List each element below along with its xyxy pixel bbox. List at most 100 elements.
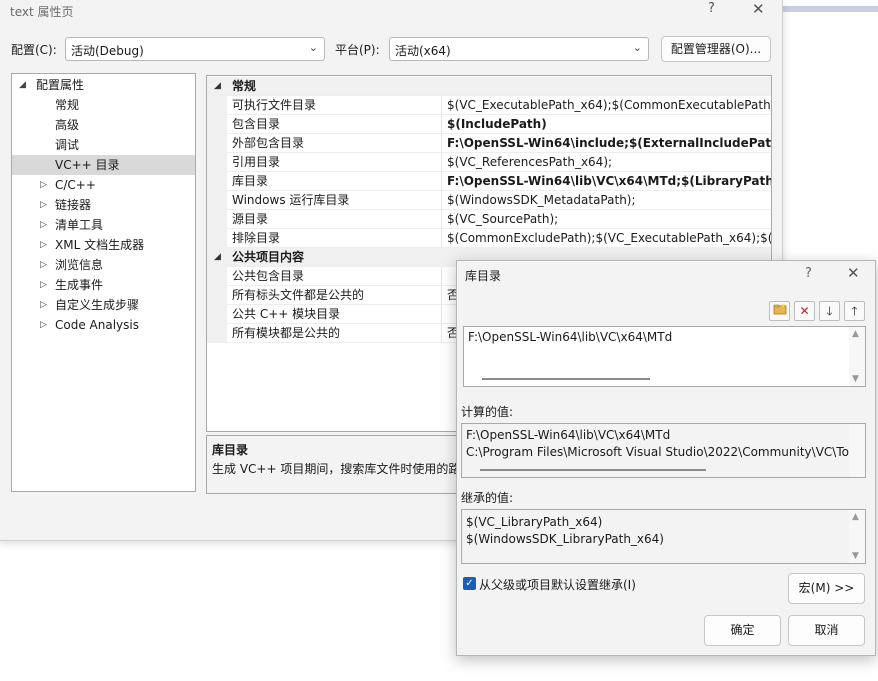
- new-line-icon[interactable]: [769, 301, 790, 321]
- ok-button[interactable]: 确定: [704, 615, 781, 646]
- tree-item[interactable]: VC++ 目录: [12, 155, 195, 175]
- property-value[interactable]: $(VC_ReferencesPath_x64);: [447, 153, 612, 172]
- collapse-arrow-icon[interactable]: ◢: [214, 248, 221, 267]
- property-value[interactable]: $(WindowsSDK_MetadataPath);: [447, 191, 636, 210]
- property-value[interactable]: $(VC_SourcePath);: [447, 210, 558, 229]
- tree-root[interactable]: ◢ 配置属性: [12, 75, 195, 95]
- macros-button[interactable]: 宏(M) >>: [788, 573, 865, 604]
- vertical-scrollbar[interactable]: [849, 424, 865, 477]
- expand-arrow-icon[interactable]: ▷: [40, 255, 47, 275]
- background-bar: [783, 6, 878, 12]
- tree-item[interactable]: 高级: [12, 115, 195, 135]
- platform-value: 活动(x64): [395, 44, 451, 58]
- tree-item-label: Code Analysis: [55, 318, 139, 332]
- close-icon[interactable]: ✕: [752, 0, 765, 18]
- platform-dropdown[interactable]: 活动(x64) ⌄: [389, 37, 649, 61]
- category-name: 公共项目内容: [232, 250, 305, 264]
- column-divider: [441, 172, 442, 191]
- computed-label: 计算的值:: [461, 405, 514, 419]
- title-bar: text 属性页 ? ✕: [0, 0, 782, 22]
- expand-arrow-icon[interactable]: ▷: [40, 195, 47, 215]
- property-value[interactable]: $(CommonExcludePath);$(VC_ExecutablePath…: [447, 229, 771, 248]
- expand-arrow-icon[interactable]: ▷: [40, 175, 47, 195]
- tree-item[interactable]: 调试: [12, 135, 195, 155]
- help-icon[interactable]: ?: [708, 1, 715, 16]
- column-divider: [441, 324, 442, 343]
- inherited-values-box: $(VC_LibraryPath_x64) $(WindowsSDK_Libra…: [461, 509, 866, 564]
- property-name: 源目录: [232, 212, 269, 226]
- tree-item[interactable]: ▷ C/C++: [12, 175, 195, 195]
- property-row[interactable]: Windows 运行库目录 $(WindowsSDK_MetadataPath);: [207, 191, 771, 210]
- column-divider: [441, 115, 442, 134]
- property-row[interactable]: 排除目录 $(CommonExcludePath);$(VC_Executable…: [207, 229, 771, 248]
- scroll-down-icon[interactable]: ▼: [852, 551, 859, 561]
- move-up-icon[interactable]: 🡑: [844, 301, 865, 321]
- move-down-icon[interactable]: 🡓: [819, 301, 840, 321]
- expand-arrow-icon[interactable]: ▷: [40, 235, 47, 255]
- directory-edit-box[interactable]: F:\OpenSSL-Win64\lib\VC\x64\MTd ▲ ▼: [463, 326, 866, 387]
- property-row[interactable]: 可执行文件目录 $(VC_ExecutablePath_x64);$(Common…: [207, 96, 771, 115]
- computed-values-box: F:\OpenSSL-Win64\lib\VC\x64\MTd C:\Progr…: [461, 423, 866, 478]
- help-icon[interactable]: ?: [805, 266, 812, 281]
- expand-arrow-icon[interactable]: ▷: [40, 275, 47, 295]
- column-divider: [441, 305, 442, 324]
- config-manager-button[interactable]: 配置管理器(O)...: [661, 36, 771, 62]
- expanded-arrow-icon: ◢: [19, 80, 26, 90]
- inherit-checkbox-label[interactable]: 从父级或项目默认设置继承(I): [479, 576, 636, 593]
- config-dropdown[interactable]: 活动(Debug) ⌄: [65, 37, 325, 61]
- tree-item[interactable]: 常规: [12, 95, 195, 115]
- tree-item[interactable]: ▷ 自定义生成步骤: [12, 295, 195, 315]
- property-row[interactable]: 库目录 F:\OpenSSL-Win64\lib\VC\x64\MTd;$(Lib…: [207, 172, 771, 191]
- close-icon[interactable]: ✕: [847, 264, 860, 282]
- horizontal-scrollbar[interactable]: [482, 378, 650, 380]
- tree-item[interactable]: ▷ Code Analysis: [12, 315, 195, 335]
- expand-arrow-icon[interactable]: ▷: [40, 315, 47, 335]
- horizontal-scrollbar[interactable]: [480, 469, 706, 471]
- scroll-down-icon[interactable]: ▼: [852, 374, 859, 384]
- tree-item-label: 浏览信息: [55, 258, 104, 272]
- row-gutter: [207, 267, 227, 286]
- vertical-scrollbar[interactable]: ▲ ▼: [849, 327, 865, 386]
- property-name: 可执行文件目录: [232, 98, 317, 112]
- tree-item[interactable]: ▷ XML 文档生成器: [12, 235, 195, 255]
- inherit-checkbox[interactable]: ✓: [463, 577, 476, 590]
- collapse-arrow-icon[interactable]: ◢: [214, 77, 221, 96]
- column-divider: [441, 191, 442, 210]
- property-value[interactable]: $(VC_ExecutablePath_x64);$(CommonExecuta…: [447, 96, 771, 115]
- property-row[interactable]: 包含目录 $(IncludePath): [207, 115, 771, 134]
- tree-item-label: VC++ 目录: [55, 158, 120, 172]
- expand-arrow-icon[interactable]: ▷: [40, 295, 47, 315]
- vertical-scrollbar[interactable]: ▲ ▼: [849, 510, 865, 563]
- scroll-up-icon[interactable]: ▲: [852, 512, 859, 522]
- property-name: 引用目录: [232, 155, 281, 169]
- library-directories-dialog: 库目录 ? ✕ ✕ 🡓 🡑 F:\OpenSSL-Win64\lib\VC\x6…: [456, 260, 876, 656]
- expand-arrow-icon[interactable]: ▷: [40, 215, 47, 235]
- property-row[interactable]: 引用目录 $(VC_ReferencesPath_x64);: [207, 153, 771, 172]
- edit-line[interactable]: F:\OpenSSL-Win64\lib\VC\x64\MTd: [468, 330, 672, 344]
- tree-item[interactable]: ▷ 生成事件: [12, 275, 195, 295]
- chevron-down-icon: ⌄: [308, 41, 318, 54]
- column-divider: [441, 96, 442, 115]
- property-name: 所有模块都是公共的: [232, 326, 341, 340]
- description-text: 生成 VC++ 项目期间，搜索库文件时使用的路: [212, 462, 461, 476]
- property-row[interactable]: 外部包含目录 F:\OpenSSL-Win64\include;$(Externa…: [207, 134, 771, 153]
- tree-item[interactable]: ▷ 浏览信息: [12, 255, 195, 275]
- column-divider: [441, 153, 442, 172]
- category-row[interactable]: ◢ 常规: [207, 77, 771, 96]
- column-divider: [441, 134, 442, 153]
- property-value[interactable]: F:\OpenSSL-Win64\include;$(ExternalInclu…: [447, 134, 771, 153]
- property-value[interactable]: F:\OpenSSL-Win64\lib\VC\x64\MTd;$(Librar…: [447, 172, 771, 191]
- tree-item[interactable]: ▷ 清单工具: [12, 215, 195, 235]
- delete-icon[interactable]: ✕: [794, 301, 815, 321]
- tree-item[interactable]: ▷ 链接器: [12, 195, 195, 215]
- property-name: 库目录: [232, 174, 269, 188]
- cancel-button[interactable]: 取消: [788, 615, 865, 646]
- computed-line: C:\Program Files\Microsoft Visual Studio…: [466, 445, 849, 459]
- config-value: 活动(Debug): [71, 44, 144, 58]
- property-name: 包含目录: [232, 117, 281, 131]
- property-row[interactable]: 源目录 $(VC_SourcePath);: [207, 210, 771, 229]
- property-name: 外部包含目录: [232, 136, 305, 150]
- row-gutter: [207, 229, 227, 248]
- property-value[interactable]: $(IncludePath): [447, 115, 547, 134]
- scroll-up-icon[interactable]: ▲: [852, 329, 859, 339]
